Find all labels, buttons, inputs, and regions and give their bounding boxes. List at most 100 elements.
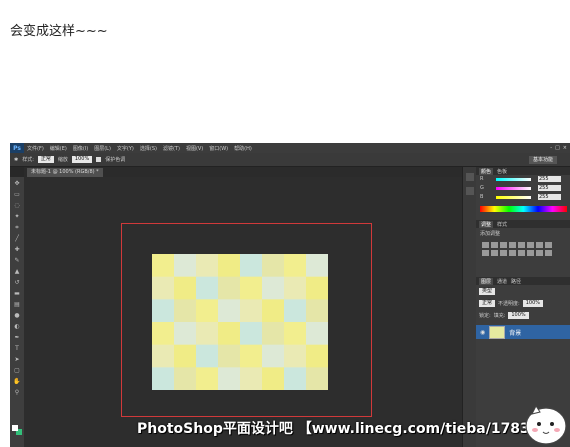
stamp-tool-icon[interactable]: ▲ — [13, 268, 21, 276]
eyedropper-icon[interactable]: ╱ — [13, 235, 21, 243]
green-slider[interactable]: G 255 — [476, 184, 570, 193]
foreground-color-swatch[interactable] — [12, 425, 18, 431]
plaid-cell — [306, 367, 328, 390]
channel-mixer-icon[interactable] — [491, 250, 498, 256]
plaid-cell — [306, 344, 328, 368]
eraser-tool-icon[interactable]: ▬ — [13, 290, 21, 298]
hue-saturation-icon[interactable] — [527, 242, 534, 248]
pen-tool-icon[interactable]: ✒ — [13, 334, 21, 342]
dodge-tool-icon[interactable]: ◐ — [13, 323, 21, 331]
hand-tool-icon[interactable]: ✋ — [13, 378, 21, 386]
red-slider[interactable]: R 255 — [476, 175, 570, 184]
curves-icon[interactable] — [500, 242, 507, 248]
shape-tool-icon[interactable]: ▢ — [13, 367, 21, 375]
opacity-field[interactable]: 100% — [522, 299, 543, 307]
color-spectrum[interactable] — [480, 206, 567, 212]
menu-file[interactable]: 文件(F) — [24, 145, 47, 152]
menu-help[interactable]: 帮助(H) — [231, 145, 255, 152]
menu-select[interactable]: 选择(S) — [137, 145, 160, 152]
plaid-cell — [196, 276, 219, 300]
black-white-icon[interactable] — [545, 242, 552, 248]
menu-bar: Ps 文件(F) 编辑(E) 图像(I) 图层(L) 文字(Y) 选择(S) 滤… — [10, 143, 570, 153]
plaid-cell — [262, 299, 285, 323]
close-button[interactable]: × — [563, 145, 567, 151]
healing-brush-icon[interactable]: ✚ — [13, 246, 21, 254]
zoom-tool-icon[interactable]: ⚲ — [13, 389, 21, 397]
plaid-image — [152, 254, 328, 390]
tools-panel: ✥ ▭ ◌ ✦ ⌗ ╱ ✚ ✎ ▲ ↺ ▬ ▤ ● ◐ ✒ T ➤ ▢ ✋ ⚲ — [10, 177, 25, 447]
workspace-select[interactable]: 基本功能 — [528, 155, 557, 164]
gradient-map-icon[interactable] — [536, 250, 543, 256]
brush-tool-icon[interactable]: ✎ — [13, 257, 21, 265]
plaid-cell — [306, 254, 328, 278]
tab-swatches[interactable]: 色板 — [497, 168, 507, 175]
canvas-area[interactable] — [24, 177, 462, 447]
text-tool-icon[interactable]: T — [13, 345, 21, 353]
properties-panel-icon[interactable] — [466, 187, 474, 195]
plaid-cell — [218, 276, 241, 300]
tab-styles[interactable]: 样式 — [497, 221, 507, 228]
style-select[interactable]: 正常 — [37, 156, 54, 163]
maximize-button[interactable]: □ — [555, 145, 560, 151]
history-panel-icon[interactable] — [466, 173, 474, 181]
exposure-icon[interactable] — [509, 242, 516, 248]
red-value[interactable]: 255 — [538, 176, 561, 182]
photo-filter-icon[interactable] — [482, 250, 489, 256]
magic-wand-icon[interactable]: ✦ — [13, 213, 21, 221]
menu-window[interactable]: 窗口(W) — [206, 145, 231, 152]
vibrance-icon[interactable] — [518, 242, 525, 248]
document-tab[interactable]: 未标题-1 @ 100% (RGB/8) * — [27, 168, 103, 177]
gradient-tool-icon[interactable]: ▤ — [13, 301, 21, 309]
lasso-tool-icon[interactable]: ◌ — [13, 202, 21, 210]
levels-icon[interactable] — [491, 242, 498, 248]
tab-paths[interactable]: 路径 — [511, 278, 521, 285]
panel-dock — [462, 167, 477, 447]
move-tool-icon[interactable]: ✥ — [13, 180, 21, 188]
plaid-cell — [174, 254, 197, 278]
caption-text: 会变成这样~~~ — [10, 24, 108, 39]
minimize-button[interactable]: - — [550, 145, 552, 151]
menu-edit[interactable]: 编辑(E) — [47, 145, 70, 152]
plaid-cell — [240, 344, 263, 368]
fill-field[interactable]: 100% — [508, 311, 529, 319]
blue-slider[interactable]: B 255 — [476, 193, 570, 202]
red-track[interactable] — [496, 178, 531, 181]
green-track[interactable] — [496, 187, 531, 190]
plaid-cell — [306, 299, 328, 323]
posterize-icon[interactable] — [518, 250, 525, 256]
tab-layers[interactable]: 图层 — [479, 277, 494, 285]
plaid-cell — [240, 367, 263, 390]
protect-tone-checkbox[interactable] — [96, 157, 102, 162]
invert-icon[interactable] — [509, 250, 516, 256]
zoom-field[interactable]: 100% — [71, 156, 93, 163]
tool-preset-icon[interactable]: ✱ — [14, 157, 18, 163]
tab-adjustments[interactable]: 调整 — [479, 220, 494, 228]
menu-view[interactable]: 视图(V) — [183, 145, 206, 152]
marquee-tool-icon[interactable]: ▭ — [13, 191, 21, 199]
green-value[interactable]: 255 — [538, 185, 561, 191]
crop-tool-icon[interactable]: ⌗ — [13, 224, 21, 232]
color-lookup-icon[interactable] — [500, 250, 507, 256]
menu-type[interactable]: 文字(Y) — [114, 145, 137, 152]
selective-color-icon[interactable] — [545, 250, 552, 256]
brightness-icon[interactable] — [482, 242, 489, 248]
threshold-icon[interactable] — [527, 250, 534, 256]
plaid-cell — [240, 276, 263, 300]
blend-mode-select[interactable]: 正常 — [479, 299, 496, 307]
path-select-icon[interactable]: ➤ — [13, 356, 21, 364]
menu-filter[interactable]: 滤镜(T) — [160, 145, 183, 152]
history-brush-icon[interactable]: ↺ — [13, 279, 21, 287]
blue-track[interactable] — [496, 196, 531, 199]
blur-tool-icon[interactable]: ● — [13, 312, 21, 320]
blue-value[interactable]: 255 — [538, 194, 561, 200]
eye-icon[interactable]: ◉ — [480, 329, 485, 336]
menu-image[interactable]: 图像(I) — [70, 145, 91, 152]
layer-row-background[interactable]: ◉ 背景 — [476, 325, 570, 339]
menu-layer[interactable]: 图层(L) — [91, 145, 114, 152]
tab-channels[interactable]: 通道 — [497, 278, 507, 285]
tab-color[interactable]: 颜色 — [479, 167, 494, 175]
plaid-cell — [306, 322, 328, 346]
plaid-cell — [262, 322, 285, 346]
color-balance-icon[interactable] — [536, 242, 543, 248]
layer-kind-select[interactable]: 类型 — [479, 287, 496, 295]
